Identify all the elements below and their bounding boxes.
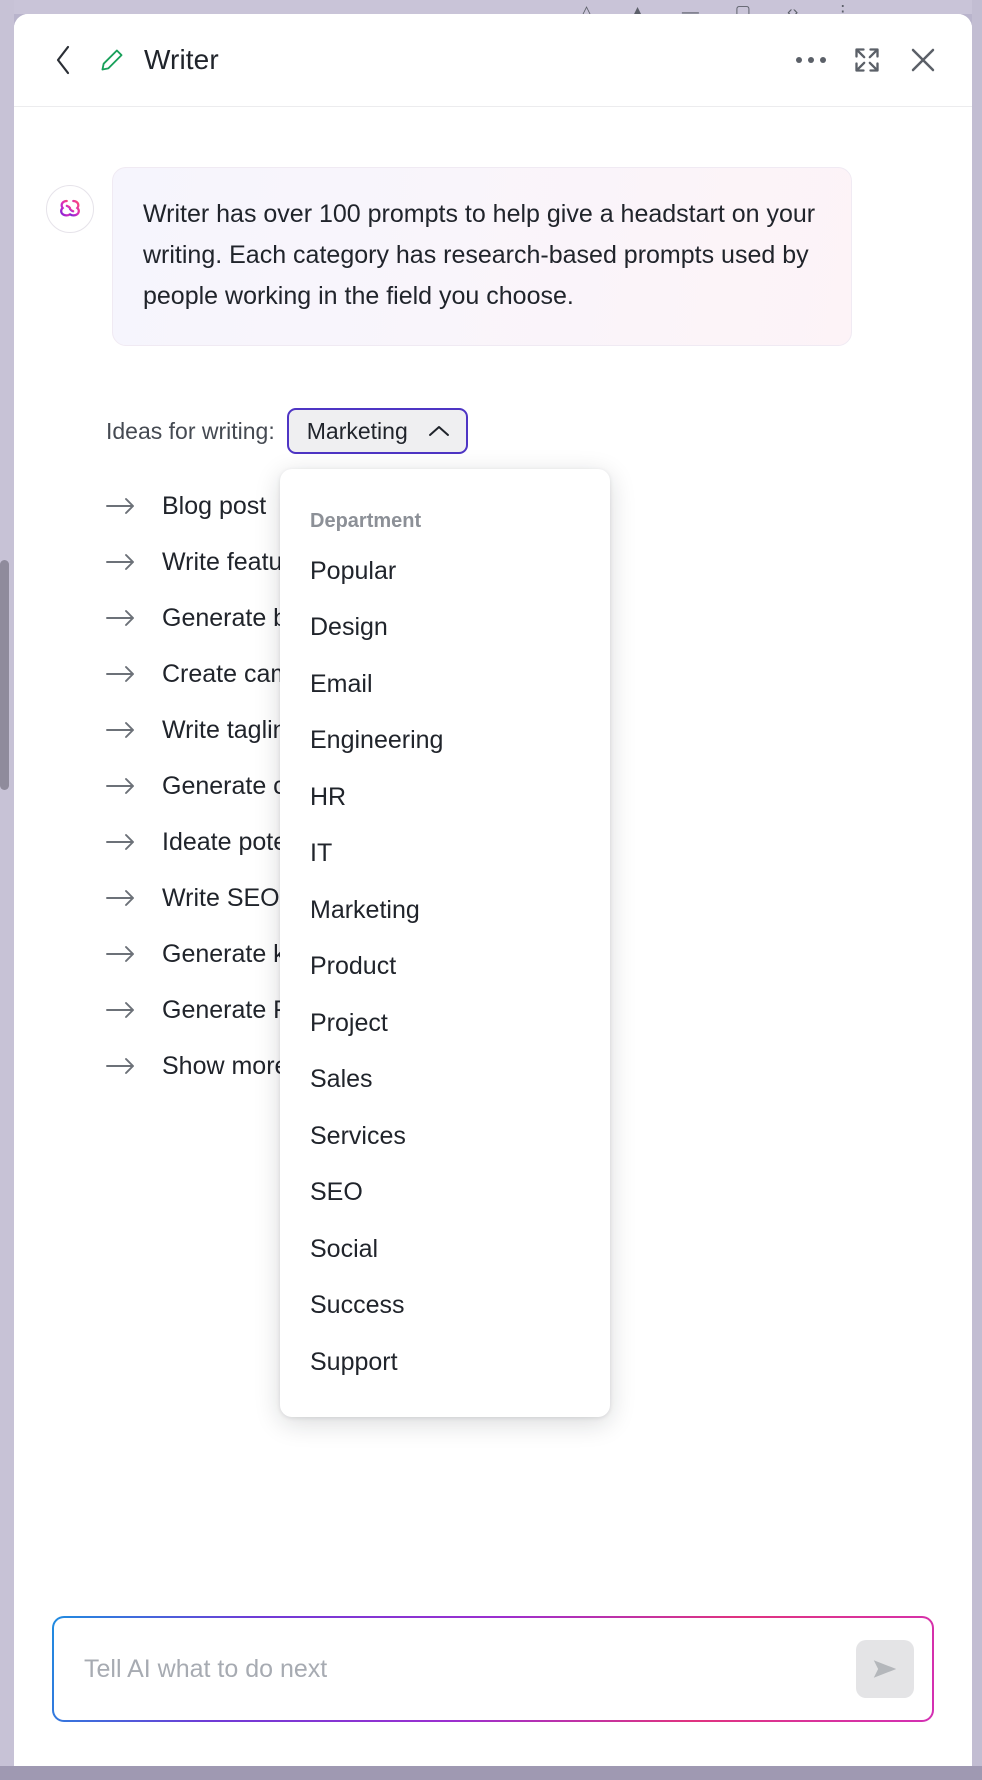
page-title: Writer — [144, 44, 219, 76]
close-icon — [908, 45, 938, 75]
dropdown-option-popular[interactable]: Popular — [280, 543, 610, 600]
desktop-top-strip — [0, 0, 982, 14]
prompt-item-label: Ideate pote — [162, 828, 287, 857]
prompt-item-label: Write taglin — [162, 716, 287, 745]
arrow-right-icon — [106, 887, 136, 909]
arrow-right-icon — [106, 663, 136, 685]
prompt-item-label: Create cam — [162, 660, 291, 689]
dropdown-option-design[interactable]: Design — [280, 600, 610, 657]
more-options-button[interactable] — [790, 39, 832, 81]
dropdown-option-social[interactable]: Social — [280, 1221, 610, 1278]
composer-gradient-border — [52, 1616, 934, 1722]
desktop-bottom-strip — [0, 1766, 982, 1780]
desktop-right-strip — [972, 0, 982, 1780]
pencil-icon — [98, 46, 126, 74]
arrow-right-icon — [106, 719, 136, 741]
prompt-item-label: Generate cr — [162, 772, 294, 801]
back-button[interactable] — [46, 43, 80, 77]
chevron-up-icon — [428, 424, 450, 438]
dropdown-option-email[interactable]: Email — [280, 656, 610, 713]
prompt-item-label: Blog post — [162, 492, 266, 521]
ideas-label: Ideas for writing: — [106, 418, 275, 445]
composer-input[interactable] — [84, 1655, 856, 1684]
ai-brain-icon — [55, 194, 85, 224]
arrow-right-icon — [106, 607, 136, 629]
left-rail-scroll-nub[interactable] — [0, 560, 9, 790]
panel-header: Writer — [14, 14, 972, 107]
department-dropdown-menu: Department Popular Design Email Engineer… — [280, 469, 610, 1417]
arrow-right-icon — [106, 551, 136, 573]
desktop-left-strip — [0, 0, 14, 1780]
dropdown-option-it[interactable]: IT — [280, 826, 610, 883]
assistant-message: Writer has over 100 prompts to help give… — [46, 167, 940, 346]
dropdown-option-seo[interactable]: SEO — [280, 1165, 610, 1222]
dropdown-option-sales[interactable]: Sales — [280, 1052, 610, 1109]
send-button[interactable] — [856, 1640, 914, 1698]
arrow-right-icon — [106, 943, 136, 965]
dropdown-group-title: Department — [280, 491, 610, 543]
department-select[interactable]: Marketing — [287, 408, 468, 454]
send-icon — [870, 1654, 900, 1684]
ellipsis-icon — [796, 57, 826, 63]
ideas-row: Ideas for writing: Marketing — [46, 408, 940, 454]
close-button[interactable] — [902, 39, 944, 81]
dropdown-option-services[interactable]: Services — [280, 1108, 610, 1165]
panel-body: Writer has over 100 prompts to help give… — [14, 107, 972, 1616]
dropdown-option-hr[interactable]: HR — [280, 769, 610, 826]
arrow-right-icon — [106, 495, 136, 517]
prompt-item-label: Write featu — [162, 548, 282, 577]
arrow-right-icon — [106, 999, 136, 1021]
dropdown-option-success[interactable]: Success — [280, 1278, 610, 1335]
expand-button[interactable] — [846, 39, 888, 81]
expand-icon — [853, 46, 881, 74]
dropdown-option-product[interactable]: Product — [280, 939, 610, 996]
dropdown-option-marketing[interactable]: Marketing — [280, 882, 610, 939]
dropdown-option-support[interactable]: Support — [280, 1334, 610, 1391]
prompt-item-label: Generate bl — [162, 604, 293, 633]
assistant-message-text: Writer has over 100 prompts to help give… — [112, 167, 852, 346]
composer — [14, 1616, 972, 1766]
arrow-right-icon — [106, 831, 136, 853]
composer-inner — [54, 1618, 932, 1720]
dropdown-option-engineering[interactable]: Engineering — [280, 713, 610, 770]
writer-panel: Writer — [14, 14, 972, 1766]
show-more-label: Show more — [162, 1052, 288, 1081]
department-select-value: Marketing — [307, 418, 408, 445]
arrow-right-icon — [106, 775, 136, 797]
arrow-right-icon — [106, 1055, 136, 1077]
dropdown-option-project[interactable]: Project — [280, 995, 610, 1052]
prompt-item-label: Generate ke — [162, 940, 300, 969]
avatar — [46, 185, 94, 233]
